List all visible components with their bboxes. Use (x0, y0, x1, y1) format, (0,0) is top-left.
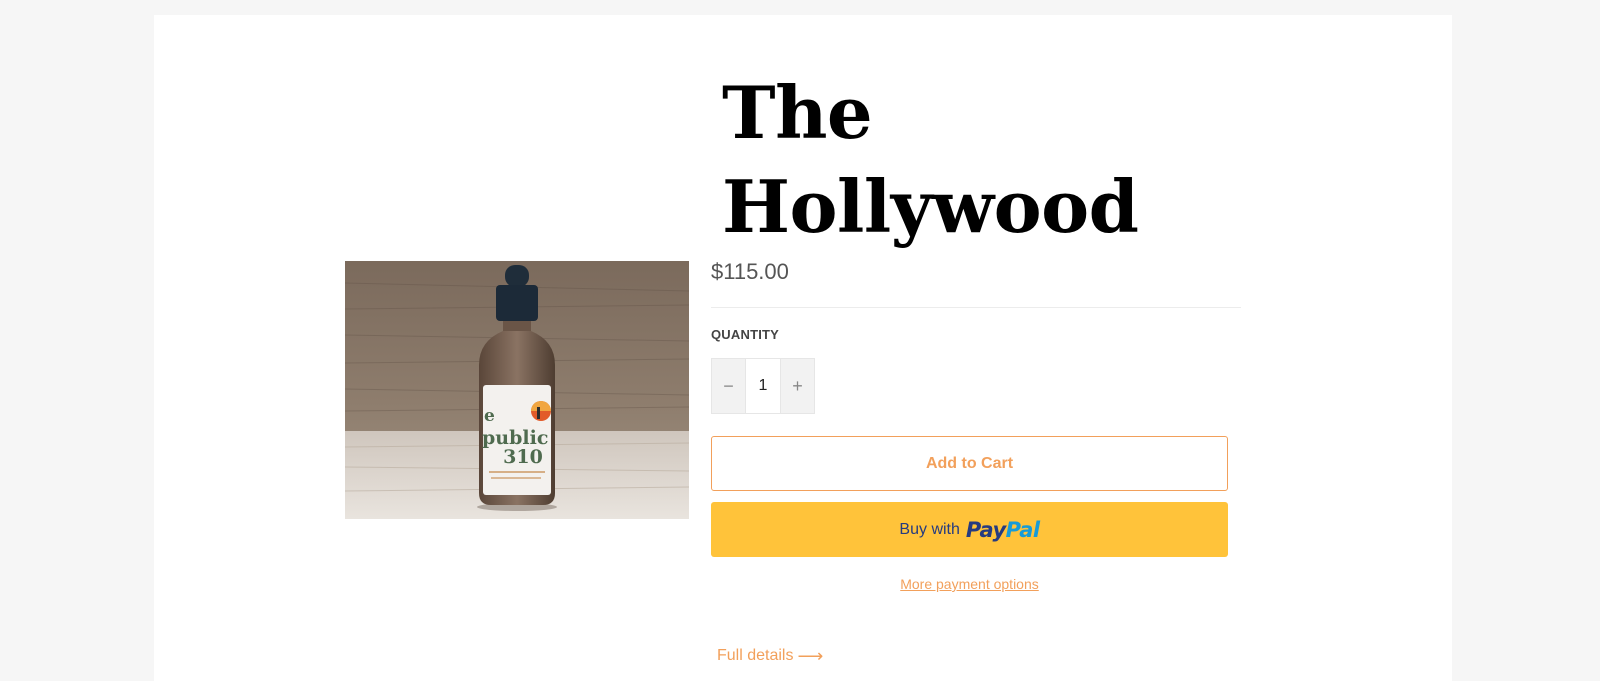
bottle-label-text: e (484, 406, 495, 426)
paypal-logo-pal: Pal (1005, 517, 1040, 542)
quantity-stepper: − + (711, 358, 815, 414)
plus-icon: + (792, 375, 803, 396)
paypal-button[interactable]: Buy with PayPal (711, 502, 1228, 557)
product-title-line: Hollywood (722, 164, 1139, 249)
product-title-line: The (722, 70, 873, 155)
bottle-label-text: 310 (503, 446, 543, 468)
paypal-button-label: Buy with (899, 520, 960, 538)
minus-button[interactable]: − (712, 359, 745, 413)
product-image[interactable]: e public 310 (345, 261, 689, 519)
full-details-link[interactable]: Full details ⟶ (717, 647, 823, 665)
more-payment-options-link[interactable]: More payment options (711, 576, 1228, 592)
paypal-logo-pay: Pay (965, 517, 1006, 542)
minus-icon: − (723, 375, 734, 396)
quantity-input[interactable] (745, 359, 781, 413)
paypal-logo: PayPal (966, 518, 1040, 542)
add-to-cart-button[interactable]: Add to Cart (711, 436, 1228, 491)
arrow-right-icon: ⟶ (797, 646, 824, 666)
divider (711, 307, 1241, 308)
quantity-label: QUANTITY (711, 327, 780, 342)
full-details-label: Full details (717, 647, 794, 664)
plus-button[interactable]: + (781, 359, 814, 413)
product-title: The Hollywood (722, 66, 1322, 254)
product-price: $115.00 (711, 259, 789, 284)
